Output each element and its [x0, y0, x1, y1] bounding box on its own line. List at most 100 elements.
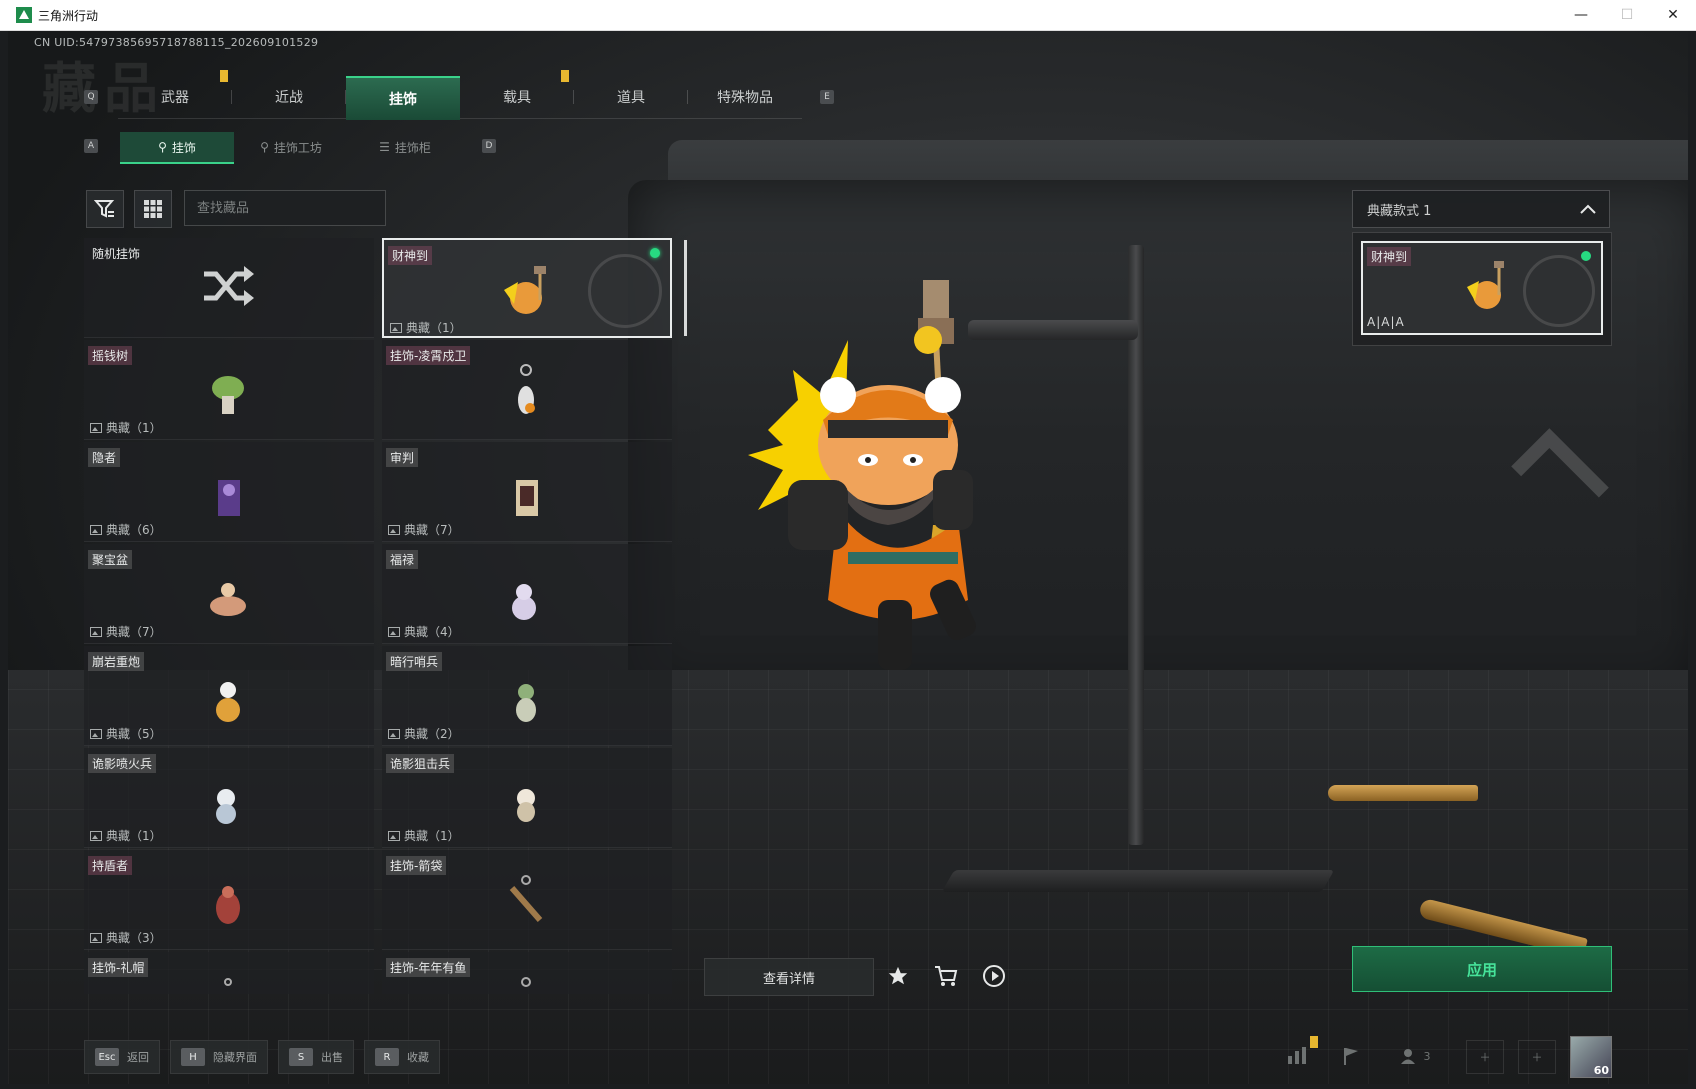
shop-button[interactable] — [928, 958, 964, 994]
collection-count: 典藏（2） — [388, 725, 460, 742]
item-name: 挂饰-年年有鱼 — [386, 958, 471, 977]
image-icon — [90, 830, 102, 841]
random-charm-cell[interactable]: 随机挂饰 — [84, 238, 374, 338]
charm-cell-shenpan[interactable]: 审判 典藏（7） — [382, 442, 672, 542]
charm-thumbnail — [518, 364, 535, 414]
collection-count: 典藏（6） — [90, 521, 162, 538]
tab-label: 近战 — [275, 90, 303, 106]
image-icon — [90, 626, 102, 637]
item-name: 摇钱树 — [88, 346, 133, 365]
charm-thumbnail — [216, 886, 240, 924]
style-option-card[interactable]: 财神到 A|A|A — [1361, 241, 1603, 335]
tab-charms[interactable]: 挂饰 — [346, 76, 460, 120]
charm-cell-jiandai[interactable]: 挂饰-箭袋 — [382, 850, 672, 950]
bullet-decor — [1328, 785, 1478, 801]
favorite-button[interactable] — [880, 958, 916, 994]
subtab-label: 挂饰工坊 — [273, 140, 322, 155]
count-label: 典藏（7） — [106, 625, 162, 639]
friends-count: 3 — [1423, 1049, 1431, 1063]
sell-hint[interactable]: S 出售 — [278, 1040, 354, 1074]
item-name: 聚宝盆 — [88, 550, 133, 569]
hide-ui-hint[interactable]: H 隐藏界面 — [170, 1040, 268, 1074]
charm-thumbnail — [210, 583, 246, 616]
party-slot[interactable]: ＋ — [1466, 1040, 1504, 1074]
back-hint[interactable]: Esc 返回 — [84, 1040, 160, 1074]
image-icon — [388, 830, 400, 841]
stats-button[interactable] — [1282, 1036, 1318, 1072]
charm-thumbnail — [1467, 261, 1504, 309]
flag-button[interactable] — [1336, 1040, 1366, 1072]
charm-cell-yaoqianshu[interactable]: 摇钱树 典藏（1） — [84, 340, 374, 440]
tab-label: 道具 — [617, 90, 645, 106]
emblem-watermark — [1523, 255, 1595, 327]
item-name: 隐者 — [88, 448, 121, 467]
item-name: 随机挂饰 — [92, 247, 141, 261]
close-button[interactable]: ✕ — [1650, 0, 1696, 30]
style-tier-tag: A|A|A — [1367, 315, 1405, 329]
count-label: 典藏（6） — [106, 523, 162, 537]
count-label: 典藏（5） — [106, 727, 162, 741]
grid-scrollbar[interactable] — [684, 240, 687, 336]
charm-cell-lingxiao[interactable]: 挂饰-凌霄戍卫 — [382, 340, 672, 440]
charm-cell-niannianyouyu[interactable]: 挂饰-年年有鱼 — [382, 952, 672, 994]
item-name: 挂饰-礼帽 — [88, 958, 149, 977]
cabinet-icon: ☰ — [379, 140, 390, 154]
search-input[interactable] — [184, 190, 386, 226]
key-hint-d: D — [482, 139, 496, 153]
count-label: 典藏（3） — [106, 931, 162, 945]
charm-cell-chidunzhe[interactable]: 持盾者 典藏（3） — [84, 850, 374, 950]
friends-button[interactable]: 3 — [1390, 1040, 1440, 1072]
item-name: 诡影狙击兵 — [386, 754, 455, 773]
item-name: 挂饰-凌霄戍卫 — [386, 346, 471, 365]
subtab-charm-cabinet[interactable]: ☰ 挂饰柜 — [348, 132, 462, 162]
grid-view-button[interactable] — [134, 190, 172, 228]
party-slot[interactable]: ＋ — [1518, 1040, 1556, 1074]
tab-special-items[interactable]: 特殊物品 — [688, 76, 802, 118]
charm-cell-limao[interactable]: 挂饰-礼帽 — [84, 952, 374, 994]
charm-stand-base — [941, 870, 1335, 892]
tab-vehicles[interactable]: 载具 — [460, 70, 574, 118]
apply-button[interactable]: 应用 — [1352, 946, 1612, 992]
bar-chart-icon — [1288, 1047, 1306, 1064]
charm-thumbnail — [504, 266, 546, 314]
collection-style-select[interactable]: 典藏款式 1 — [1352, 190, 1610, 228]
charm-cell-yinzhe[interactable]: 隐者 典藏（6） — [84, 442, 374, 542]
window-titlebar: 三角洲行动 — ☐ ✕ — [0, 0, 1696, 31]
play-preview-button[interactable] — [976, 958, 1012, 994]
tab-melee[interactable]: 近战 — [232, 76, 346, 118]
charm-thumbnail — [218, 480, 240, 516]
subtab-charm-workshop[interactable]: ⚲ 挂饰工坊 — [234, 132, 348, 162]
charm-preview-model[interactable] — [728, 280, 1028, 700]
maximize-button[interactable]: ☐ — [1604, 0, 1650, 30]
hint-label: 出售 — [321, 1051, 343, 1064]
charm-cell-fulu[interactable]: 福禄 典藏（4） — [382, 544, 672, 644]
filter-button[interactable] — [86, 190, 124, 228]
charm-cell-anxing[interactable]: 暗行哨兵 典藏（2） — [382, 646, 672, 746]
minimize-button[interactable]: — — [1558, 0, 1604, 30]
tab-weapons[interactable]: 武器 — [118, 70, 232, 118]
player-avatar[interactable]: 60 — [1570, 1036, 1612, 1078]
charm-cell-guiying-sniper[interactable]: 诡影狙击兵 典藏（1） — [382, 748, 672, 848]
view-details-button[interactable]: 查看详情 — [704, 958, 874, 996]
friends-icon — [1400, 1049, 1415, 1064]
key-hint-q: Q — [84, 90, 98, 104]
collection-count: 典藏（1） — [390, 319, 462, 336]
subtab-charms[interactable]: ⚲ 挂饰 — [120, 132, 234, 164]
charm-cell-guiying-flamer[interactable]: 诡影喷火兵 典藏（1） — [84, 748, 374, 848]
favorite-hint[interactable]: R 收藏 — [364, 1040, 440, 1074]
image-icon — [388, 626, 400, 637]
charm-thumbnail — [517, 789, 535, 822]
count-label: 典藏（1） — [106, 421, 162, 435]
charm-thumbnail — [512, 584, 536, 620]
charm-thumbnail — [216, 682, 240, 722]
charm-cell-jubaopen[interactable]: 聚宝盆 典藏（7） — [84, 544, 374, 644]
charm-cell-bengyan[interactable]: 崩岩重炮 典藏（5） — [84, 646, 374, 746]
tab-label: 武器 — [161, 90, 189, 106]
charm-thumbnail — [516, 684, 536, 722]
tab-items[interactable]: 道具 — [574, 76, 688, 118]
count-label: 典藏（2） — [404, 727, 460, 741]
charm-cell-caishendao[interactable]: 财神到 典藏（1） — [382, 238, 672, 338]
key-hint-e: E — [820, 90, 834, 104]
charm-thumbnail — [212, 376, 244, 414]
shuffle-icon — [204, 266, 254, 306]
